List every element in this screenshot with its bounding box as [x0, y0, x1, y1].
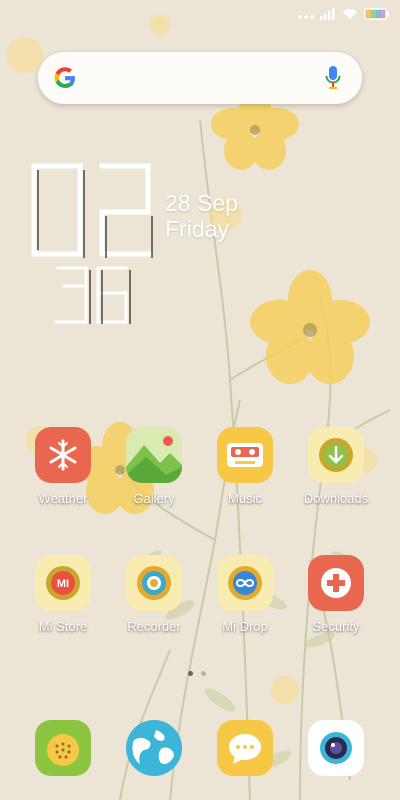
- status-bar: [0, 0, 400, 28]
- app-gallery[interactable]: Gallery: [109, 427, 199, 506]
- signal-icon: [320, 7, 336, 25]
- app-label-recorder: Recorder: [127, 619, 181, 634]
- page-dot-active: [188, 671, 193, 676]
- app-label-gallery: Gallery: [133, 491, 175, 506]
- mi-drop-icon: [217, 555, 273, 611]
- browser-icon: [126, 720, 182, 776]
- security-icon: [308, 555, 364, 611]
- clock-widget[interactable]: 02 36: [28, 158, 158, 328]
- clock-digits-graphic: [31, 163, 153, 324]
- dock-app-1-icon: [35, 720, 91, 776]
- mi-logo-text: MI: [57, 578, 69, 590]
- dots-icon: [298, 7, 314, 25]
- app-downloads[interactable]: Downloads: [291, 427, 381, 506]
- app-label-music: Music: [228, 491, 262, 506]
- page-dot: [201, 671, 206, 676]
- wallpaper: [0, 0, 400, 800]
- app-mi-store[interactable]: MI Mi Store: [18, 555, 108, 634]
- app-recorder[interactable]: Recorder: [109, 555, 199, 634]
- mic-icon[interactable]: [324, 65, 342, 91]
- app-mi-drop[interactable]: Mi Drop: [200, 555, 290, 634]
- weather-icon: [35, 427, 91, 483]
- dock-app-1[interactable]: [18, 720, 108, 776]
- app-security[interactable]: Security: [291, 555, 381, 634]
- camera-icon: [308, 720, 364, 776]
- app-label-security: Security: [312, 619, 360, 634]
- date-text: 28 Sep: [165, 190, 238, 216]
- app-label-downloads: Downloads: [303, 491, 369, 506]
- dock-camera[interactable]: [291, 720, 381, 776]
- app-label-mi-drop: Mi Drop: [222, 619, 268, 634]
- messaging-icon: [217, 720, 273, 776]
- app-music[interactable]: Music: [200, 427, 290, 506]
- app-label-weather: Weather: [38, 491, 88, 506]
- page-indicator: [188, 671, 206, 676]
- dock-browser[interactable]: [109, 720, 199, 776]
- music-icon: [217, 427, 273, 483]
- day-text: Friday: [165, 216, 229, 242]
- dock-messaging[interactable]: [200, 720, 290, 776]
- app-label-mi-store: Mi Store: [38, 619, 88, 634]
- recorder-icon: [126, 555, 182, 611]
- google-search-bar[interactable]: [38, 52, 362, 104]
- mi-store-icon: MI: [35, 555, 91, 611]
- date-display: 28 Sep Friday: [165, 190, 238, 242]
- battery-icon: [364, 7, 390, 25]
- gallery-icon: [126, 427, 182, 483]
- wifi-icon: [342, 7, 358, 25]
- google-logo-icon: [52, 65, 78, 91]
- app-weather[interactable]: Weather: [18, 427, 108, 506]
- downloads-icon: [308, 427, 364, 483]
